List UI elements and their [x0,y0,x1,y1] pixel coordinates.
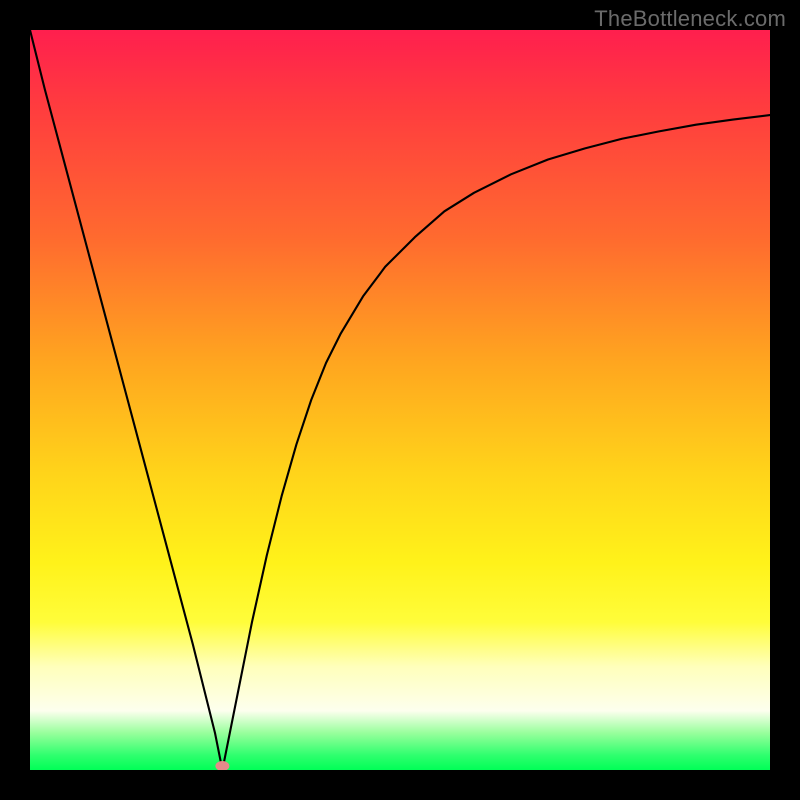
plot-area [30,30,770,770]
watermark-label: TheBottleneck.com [594,6,786,32]
minimum-marker [215,761,229,770]
chart-frame: TheBottleneck.com [0,0,800,800]
bottleneck-curve-path [30,30,770,770]
curve-layer [30,30,770,770]
